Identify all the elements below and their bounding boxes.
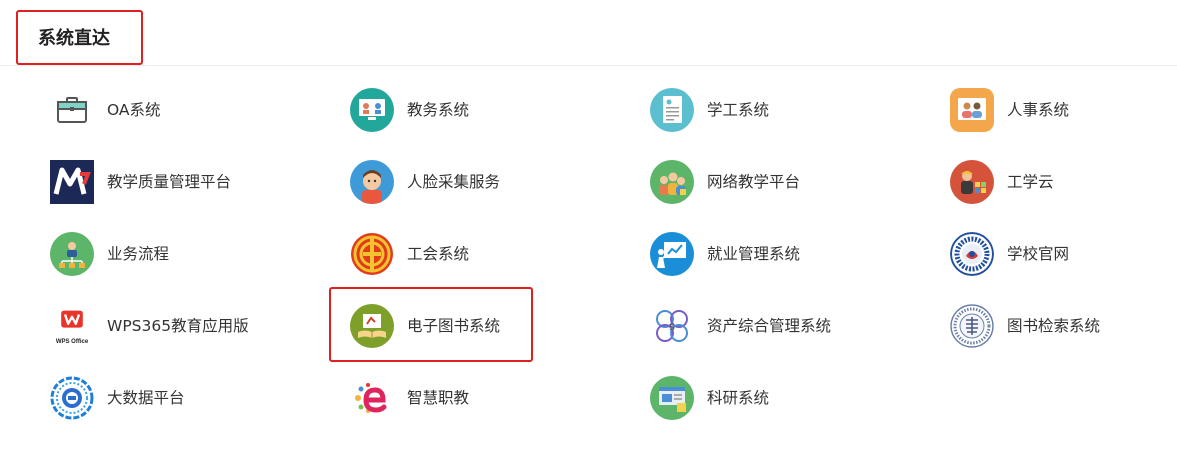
system-tile-academic[interactable]: 教务系统 (350, 87, 469, 133)
system-tile-wps365[interactable]: WPS Office WPS365教育应用版 (50, 303, 249, 349)
system-tile-school-website[interactable]: 学校官网 (950, 231, 1069, 277)
system-label: 教务系统 (407, 101, 470, 119)
title-highlight-box (16, 10, 143, 65)
system-tile-big-data[interactable]: 大数据平台 (50, 375, 185, 421)
system-tile-gongxueyun[interactable]: 工学云 (950, 159, 1054, 205)
union-emblem-icon (350, 232, 394, 276)
section-header: 系统直达 (0, 0, 1177, 66)
system-grid: OA系统 教务系统 学工系统 人事系统 教学质量管理平台 人脸采集服务 网络教学… (50, 87, 1177, 447)
asset-management-icon: $ (650, 304, 694, 348)
system-tile-online-teaching[interactable]: 网络教学平台 (650, 159, 800, 205)
system-label: 教学质量管理平台 (107, 173, 232, 191)
my-logo-icon (50, 160, 94, 204)
students-icon (650, 160, 694, 204)
system-label: 人脸采集服务 (407, 173, 501, 191)
presentation-icon (650, 232, 694, 276)
library-seal-icon (950, 304, 994, 348)
system-label: OA系统 (107, 101, 161, 119)
system-label: 图书检索系统 (1007, 317, 1101, 335)
system-tile-trade-union[interactable]: 工会系统 (350, 231, 469, 277)
system-label: 智慧职教 (407, 389, 470, 407)
briefcase-icon (50, 88, 94, 132)
worker-cloud-icon (950, 160, 994, 204)
system-tile-library-search[interactable]: 图书检索系统 (950, 303, 1100, 349)
system-tile-teaching-quality[interactable]: 教学质量管理平台 (50, 159, 231, 205)
system-label: 学校官网 (1007, 245, 1070, 263)
system-label: 就业管理系统 (707, 245, 801, 263)
system-tile-asset-management[interactable]: $ 资产综合管理系统 (650, 303, 831, 349)
big-data-ring-icon (50, 376, 94, 420)
system-tile-smart-vocational[interactable]: 智慧职教 (350, 375, 469, 421)
ebook-highlight-box (329, 287, 533, 362)
system-tile-employment[interactable]: 就业管理系统 (650, 231, 800, 277)
system-tile-student-affairs[interactable]: 学工系统 (650, 87, 769, 133)
system-label: 大数据平台 (107, 389, 185, 407)
school-seal-icon (950, 232, 994, 276)
system-tile-workflow[interactable]: 业务流程 (50, 231, 169, 277)
system-label: 网络教学平台 (707, 173, 801, 191)
system-label: WPS365教育应用版 (107, 317, 249, 335)
wps-icon-caption: WPS Office (55, 339, 89, 345)
face-avatar-icon (350, 160, 394, 204)
system-label: 学工系统 (707, 101, 770, 119)
system-label: 工会系统 (407, 245, 470, 263)
people-screen-icon (950, 88, 994, 132)
system-label: 工学云 (1007, 173, 1054, 191)
system-tile-face-capture[interactable]: 人脸采集服务 (350, 159, 500, 205)
system-label: 业务流程 (107, 245, 170, 263)
system-label: 科研系统 (707, 389, 770, 407)
classroom-monitor-icon (350, 88, 394, 132)
system-label: 资产综合管理系统 (707, 317, 832, 335)
wps-office-icon: WPS Office (50, 304, 94, 348)
workflow-icon (50, 232, 94, 276)
system-tile-research[interactable]: 科研系统 (650, 375, 769, 421)
document-icon (650, 88, 694, 132)
system-tile-hr[interactable]: 人事系统 (950, 87, 1069, 133)
system-tile-oa[interactable]: OA系统 (50, 87, 161, 133)
research-screen-icon (650, 376, 694, 420)
system-label: 人事系统 (1007, 101, 1070, 119)
smart-education-icon (350, 376, 394, 420)
svg-text:$: $ (669, 322, 675, 333)
